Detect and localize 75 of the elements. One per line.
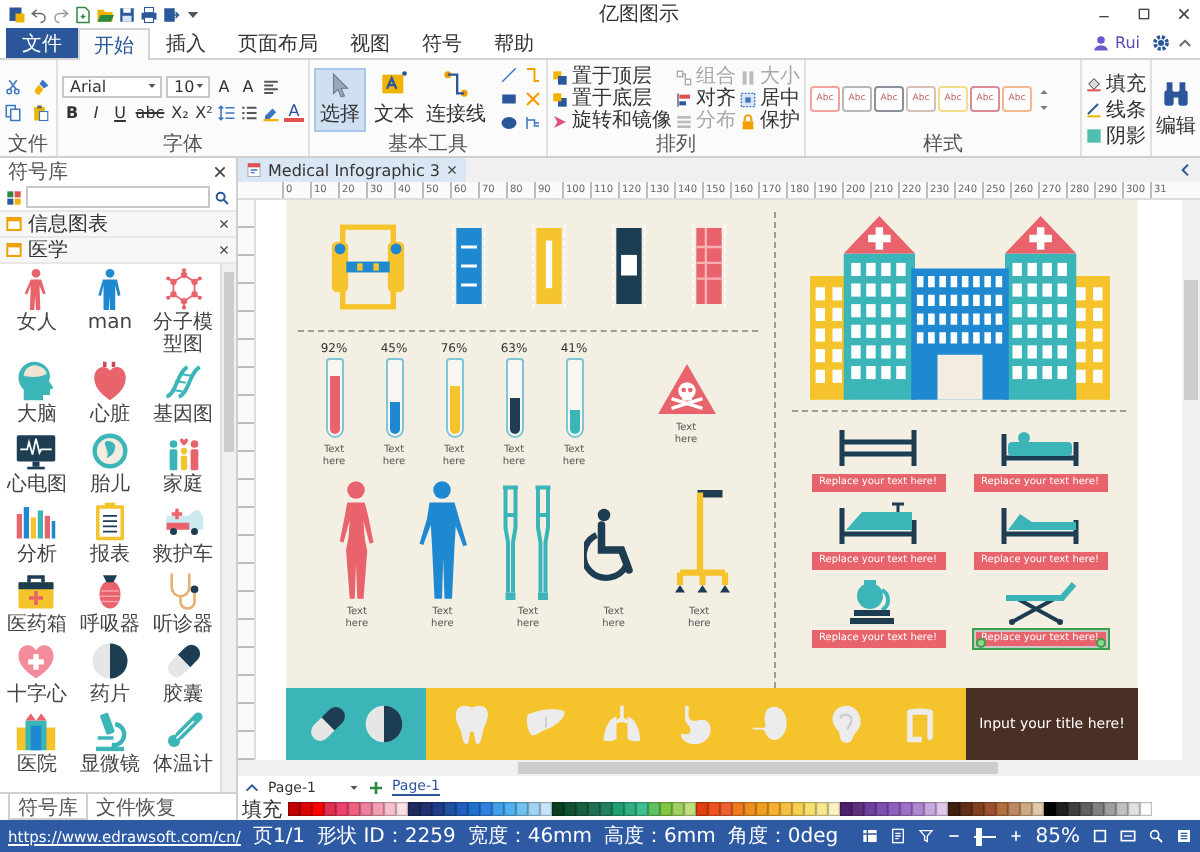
font-color-button[interactable]: A <box>284 102 304 122</box>
edit-button[interactable]: 编辑 <box>1156 80 1196 140</box>
format-button[interactable]: B <box>62 101 82 123</box>
menu-tab[interactable]: 符号 <box>406 28 478 58</box>
panel-tab[interactable]: 符号库 <box>8 794 88 820</box>
arrange-button[interactable]: 居中 <box>740 88 800 110</box>
font-size-step-button[interactable]: A <box>238 75 258 97</box>
document-tab[interactable]: Medical Infographic 3 <box>238 158 467 182</box>
symbol-item[interactable]: 医院 <box>0 710 74 776</box>
symbol-item[interactable]: 家庭 <box>146 430 220 496</box>
group-label: 排列 <box>654 134 698 156</box>
format-option[interactable]: 线条 <box>1086 99 1146 121</box>
file-menu[interactable]: 文件 <box>6 28 78 58</box>
group-label: 字体 <box>161 134 205 156</box>
symbol-item[interactable]: 分析 <box>0 500 74 566</box>
arrange-button[interactable]: 旋转和镜像 <box>552 110 672 132</box>
window-title: 亿图图示 <box>597 2 681 28</box>
panel-tab[interactable]: 文件恢复 <box>88 794 184 820</box>
palette-label: 填充 <box>242 797 282 823</box>
format-option[interactable]: 填充 <box>1086 73 1146 95</box>
menu-tab[interactable]: 页面布局 <box>222 28 334 58</box>
shape-height: 高度：6mm <box>604 823 716 850</box>
font-size-step-button[interactable]: A <box>214 75 234 97</box>
symbol-item[interactable]: 呼吸器 <box>73 570 147 636</box>
symbol-item[interactable]: 大脑 <box>0 360 74 426</box>
user-name[interactable]: Rui <box>1115 34 1140 52</box>
symbol-item[interactable]: 救护车 <box>146 500 220 566</box>
group-label: 基本工具 <box>386 134 470 156</box>
arrange-button[interactable]: 保护 <box>740 110 800 132</box>
font-family-select[interactable]: Arial <box>62 75 162 97</box>
symbol-item[interactable]: 显微镜 <box>73 710 147 776</box>
shape-width: 宽度：46mm <box>467 823 593 850</box>
format-button[interactable]: X² <box>194 101 214 123</box>
arrange-button[interactable]: 置于底层 <box>552 88 672 110</box>
symbol-item[interactable]: 胶囊 <box>146 640 220 706</box>
symbol-item[interactable]: 药片 <box>73 640 147 706</box>
symbol-item[interactable]: 听诊器 <box>146 570 220 636</box>
shape-id: 形状 ID：2259 <box>317 823 456 850</box>
menu-tab[interactable]: 视图 <box>334 28 406 58</box>
menu-tab[interactable]: 开始 <box>78 28 150 60</box>
zoom-level: 85% <box>1035 825 1080 847</box>
format-option[interactable]: 阴影 <box>1086 125 1146 147</box>
format-button[interactable]: I <box>86 101 106 123</box>
symbol-item[interactable]: 报表 <box>73 500 147 566</box>
panel-title: 符号库 <box>8 159 68 185</box>
symbol-item[interactable]: man <box>73 268 147 356</box>
menu-tab[interactable]: 帮助 <box>478 28 550 58</box>
symbol-item[interactable]: 体温计 <box>146 710 220 776</box>
symbol-item[interactable]: 心脏 <box>73 360 147 426</box>
tool-button[interactable]: 文本 <box>370 67 418 131</box>
format-button[interactable]: X₂ <box>170 101 190 123</box>
arrange-button[interactable]: 置于顶层 <box>552 66 672 88</box>
arrange-button[interactable]: 对齐 <box>676 88 736 110</box>
menu-tab[interactable]: 插入 <box>150 28 222 58</box>
symbol-item[interactable]: 分子模型图 <box>146 268 220 356</box>
category-header[interactable]: 医学 <box>0 236 236 262</box>
tool-button[interactable]: 选择 <box>314 67 366 131</box>
tool-button[interactable]: 连接线 <box>422 67 490 131</box>
symbol-item[interactable]: 胎儿 <box>73 430 147 496</box>
symbol-item[interactable]: 基因图 <box>146 360 220 426</box>
category-header[interactable]: 信息图表 <box>0 210 236 236</box>
font-size-select[interactable]: 10 <box>166 75 210 97</box>
format-button[interactable]: U <box>110 101 130 123</box>
category-label: 信息图表 <box>28 213 110 235</box>
document-title: Medical Infographic 3 <box>268 161 441 179</box>
category-label: 医学 <box>28 239 70 261</box>
symbol-item[interactable]: 医药箱 <box>0 570 74 636</box>
group-label: 文件 <box>6 134 50 156</box>
group-label: 样式 <box>921 134 965 156</box>
symbol-item[interactable]: 心电图 <box>0 430 74 496</box>
symbol-item[interactable]: 十字心 <box>0 640 74 706</box>
shape-angle: 角度：0deg <box>727 823 839 850</box>
format-button[interactable]: abc <box>134 101 166 123</box>
symbol-item[interactable]: 女人 <box>0 268 74 356</box>
page-indicator: 页1/1 <box>252 824 306 850</box>
